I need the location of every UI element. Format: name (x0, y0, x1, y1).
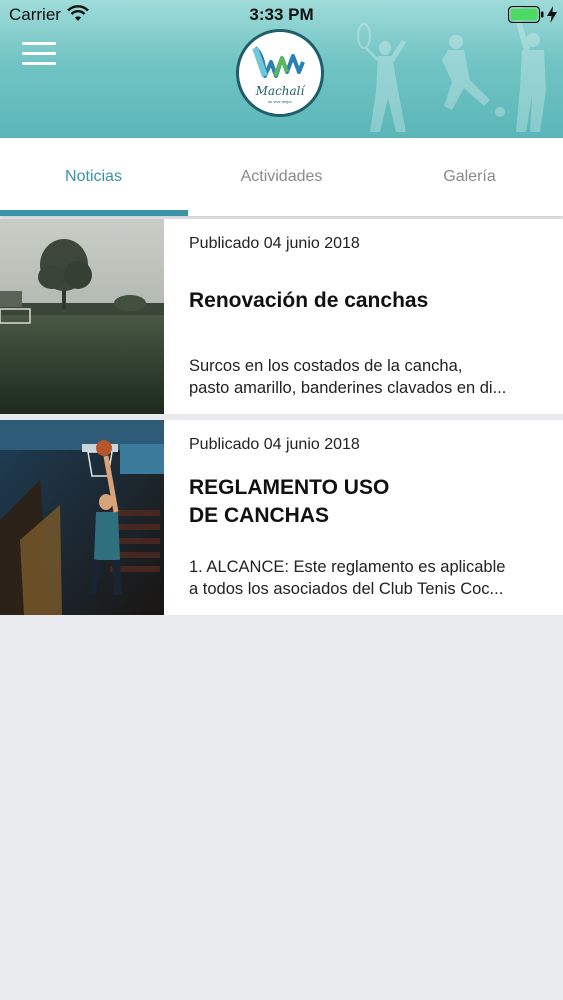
basketball-court-thumbnail (0, 420, 164, 615)
excerpt-line: 1. ALCANCE: Este reglamento es aplicable (189, 558, 506, 576)
news-card[interactable]: Publicado 04 junio 2018 Renovación de ca… (0, 219, 563, 414)
charging-bolt-icon (547, 6, 557, 23)
tab-galeria[interactable]: Galería (376, 138, 563, 216)
machali-logo: Machalí se vive mejor (236, 29, 324, 117)
hamburger-menu-button[interactable] (22, 40, 58, 66)
news-excerpt: 1. ALCANCE: Este reglamento es aplicable… (189, 556, 549, 600)
soccer-field-thumbnail (0, 219, 164, 414)
news-title: Renovación de canchas (189, 289, 429, 312)
menu-line-icon (22, 62, 56, 65)
excerpt-line: a todos los asociados del Club Tenis Coc… (189, 580, 504, 598)
news-title: REGLAMENTO USO DE CANCHAS (189, 474, 489, 530)
tab-bar: Noticias Actividades Galería (0, 138, 563, 216)
logo-wordmark: Machalí (255, 84, 305, 98)
status-bar: Carrier 3:33 PM (0, 0, 563, 30)
excerpt-line: pasto amarillo, banderines clavados en d… (189, 379, 507, 397)
news-date: Publicado 04 junio 2018 (189, 436, 360, 453)
logo-tagline: se vive mejor (268, 99, 292, 104)
battery-icon (508, 6, 544, 23)
tab-actividades[interactable]: Actividades (188, 138, 375, 216)
news-excerpt: Surcos en los costados de la cancha, pas… (189, 355, 549, 399)
menu-line-icon (22, 42, 56, 45)
news-date: Publicado 04 junio 2018 (189, 235, 360, 252)
title-line: REGLAMENTO USO (189, 476, 390, 499)
tab-noticias[interactable]: Noticias (0, 138, 187, 216)
news-card[interactable]: Publicado 04 junio 2018 REGLAMENTO USO D… (0, 420, 563, 615)
title-line: DE CANCHAS (189, 504, 330, 527)
active-tab-indicator (0, 210, 188, 216)
app-header: Carrier 3:33 PM Machalí se vive mejor (0, 0, 563, 138)
status-time: 3:33 PM (249, 5, 314, 24)
menu-line-icon (22, 52, 56, 55)
excerpt-line: Surcos en los costados de la cancha, (189, 357, 463, 375)
